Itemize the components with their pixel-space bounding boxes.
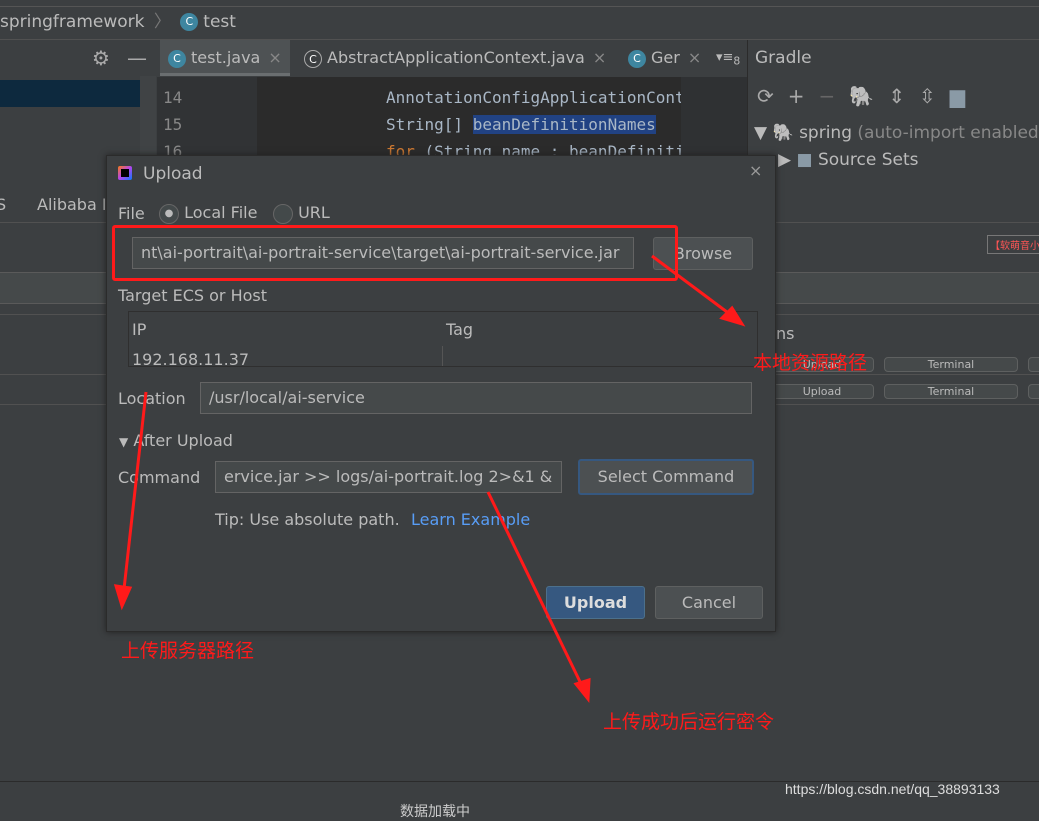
arrow-run-command [486, 491, 586, 691]
annotation-arrows [113, 254, 746, 704]
arrow-local-path [651, 254, 736, 320]
arrowhead [573, 677, 591, 704]
annotation-run-command: 上传成功后运行密令 [603, 711, 775, 733]
arrow-server-path [121, 391, 148, 599]
annotation-local-path: 本地资源路径 [753, 352, 868, 374]
annotation-server-path: 上传服务器路径 [121, 640, 255, 662]
watermark: https://blog.csdn.net/qq_38893133 [785, 781, 1000, 797]
arrowhead [113, 584, 133, 611]
